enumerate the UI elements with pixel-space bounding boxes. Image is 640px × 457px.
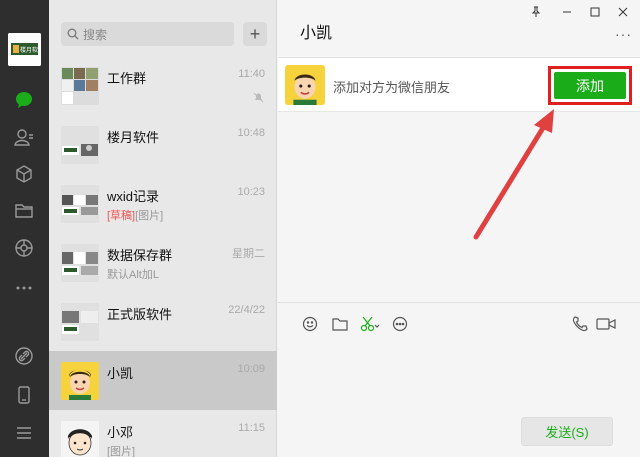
logo-text: 楼月软件 xyxy=(20,46,41,54)
draft-label: [草稿] xyxy=(107,210,136,222)
more-icon[interactable] xyxy=(12,276,36,300)
contact-avatar xyxy=(285,65,325,105)
add-friend-hint: 添加对方为微信朋友 xyxy=(333,80,451,95)
list-item[interactable]: wxid记录 10:23 [草稿][图片] xyxy=(49,174,277,233)
conversation-time: 10:23 xyxy=(237,186,265,198)
conversation-name: 数据保存群 xyxy=(107,248,173,263)
group-avatar xyxy=(61,126,99,164)
list-item[interactable]: 工作群 11:40 xyxy=(49,56,277,115)
list-item-selected[interactable]: 小凯 10:09 xyxy=(49,351,277,410)
close-icon[interactable] xyxy=(615,4,631,20)
search-input[interactable]: 搜索 xyxy=(61,22,234,46)
voice-call-icon[interactable] xyxy=(570,314,590,334)
pointer-arrow xyxy=(473,109,554,240)
conversation-time: 10:09 xyxy=(237,363,265,375)
conversation-time: 11:40 xyxy=(238,68,265,80)
pin-icon[interactable] xyxy=(528,4,544,20)
conversation-name: 小邓 xyxy=(107,425,134,440)
conversation-time: 10:48 xyxy=(237,127,265,139)
conversation-time: 星期二 xyxy=(232,248,265,260)
conversation-name: 工作群 xyxy=(107,71,147,86)
chat-panel: 小凯 ··· 添加对方为微信朋友 添加 发送(S) xyxy=(278,0,640,457)
preview-text: [图片] xyxy=(135,210,164,222)
conversation-time: 11:15 xyxy=(238,422,265,434)
minimize-icon[interactable] xyxy=(559,4,575,20)
conversation-name: 楼月软件 xyxy=(107,130,160,145)
list-item[interactable]: 正式版软件 22/4/22 xyxy=(49,292,277,351)
contacts-icon[interactable] xyxy=(12,125,36,149)
conversation-name: 小凯 xyxy=(107,366,134,381)
send-button[interactable]: 发送(S) xyxy=(521,417,613,446)
conversation-list: 搜索 + 工作群 11:40 楼月软件 10:48 wxid记录 10:23 [… xyxy=(49,0,277,457)
more-options-icon[interactable]: ··· xyxy=(615,26,632,42)
chat-title: 小凯 xyxy=(300,25,333,42)
add-chat-button[interactable]: + xyxy=(243,22,267,46)
group-avatar xyxy=(61,185,99,223)
link-icon[interactable] xyxy=(12,344,36,368)
add-friend-banner: 添加对方为微信朋友 添加 xyxy=(278,58,640,112)
mute-bell-icon xyxy=(253,92,264,103)
nav-rail: 楼月软件 xyxy=(0,0,49,457)
conversation-preview: 默认Alt加L xyxy=(107,269,159,281)
contact-avatar xyxy=(61,421,99,457)
conversation-time: 22/4/22 xyxy=(228,304,265,316)
highlight-box: 添加 xyxy=(548,66,632,105)
add-friend-button[interactable]: 添加 xyxy=(554,72,626,99)
user-avatar-logo[interactable]: 楼月软件 xyxy=(8,33,41,66)
group-avatar xyxy=(61,303,99,341)
contact-avatar xyxy=(61,362,99,400)
group-avatar xyxy=(61,244,99,282)
folder-icon[interactable] xyxy=(12,199,36,223)
conversation-preview: [草稿][图片] xyxy=(107,207,163,223)
conversation-preview: [图片] xyxy=(107,446,136,457)
search-icon xyxy=(67,28,79,40)
list-item[interactable]: 小邓 11:15 [图片] xyxy=(49,410,277,457)
search-placeholder: 搜索 xyxy=(83,28,108,42)
conversation-name: 正式版软件 xyxy=(107,307,173,322)
chat-history-icon[interactable] xyxy=(390,314,410,334)
group-avatar xyxy=(61,67,99,105)
conversation-name: wxid记录 xyxy=(107,189,160,204)
menu-icon[interactable] xyxy=(12,421,36,445)
screenshot-icon[interactable] xyxy=(360,314,380,334)
maximize-icon[interactable] xyxy=(587,4,603,20)
phone-icon[interactable] xyxy=(12,383,36,407)
cube-icon[interactable] xyxy=(12,162,36,186)
moments-icon[interactable] xyxy=(12,236,36,260)
list-item[interactable]: 楼月软件 10:48 xyxy=(49,115,277,174)
file-icon[interactable] xyxy=(330,314,350,334)
input-divider xyxy=(278,302,640,303)
list-item[interactable]: 数据保存群 星期二 默认Alt加L xyxy=(49,233,277,292)
emoji-icon[interactable] xyxy=(300,314,320,334)
video-call-icon[interactable] xyxy=(596,314,616,334)
chat-icon[interactable] xyxy=(12,88,36,112)
